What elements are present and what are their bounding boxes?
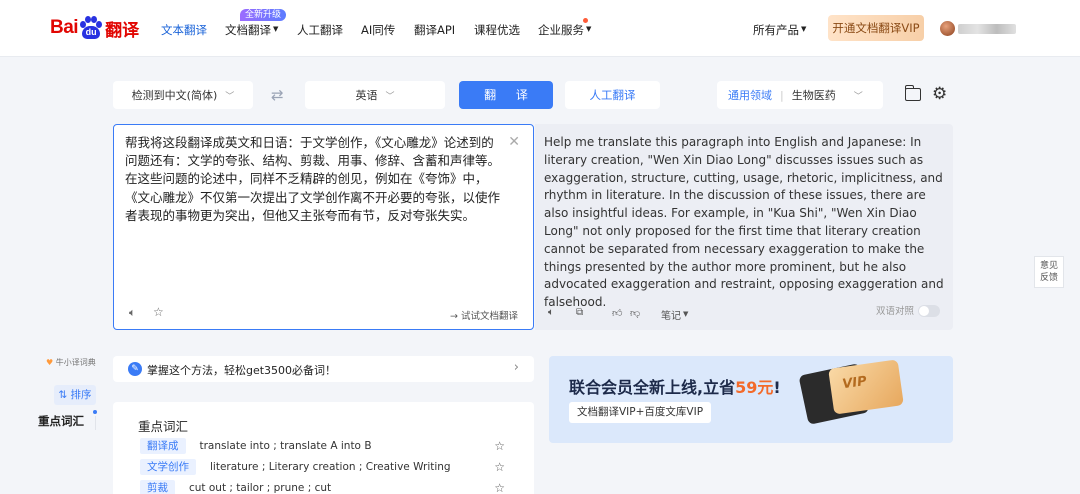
notes-button[interactable]: 笔记 ▼ — [661, 307, 688, 322]
nav-all-products[interactable]: 所有产品 ▼ — [753, 22, 806, 38]
nav-doc-translate[interactable]: 文档翻译 ▼ — [225, 22, 278, 38]
folder-icon[interactable] — [904, 85, 921, 101]
nav-text-translate[interactable]: 文本翻译 — [161, 22, 207, 38]
source-text-panel[interactable]: 帮我将这段翻译成英文和日语：于文学创作，《文心雕龙》论述到的问题还有：文学的夸张… — [113, 124, 534, 330]
vocab-definition: literature ; Literary creation ; Creativ… — [210, 461, 451, 473]
domain-general-label: 通用领域 — [728, 89, 772, 102]
caret-down-icon: ▼ — [801, 25, 807, 33]
lightbulb-icon: ✎ — [128, 362, 142, 376]
caret-down-icon: ▼ — [683, 310, 689, 318]
caret-down-icon: ▼ — [273, 25, 279, 33]
logo-bai: Bai — [50, 17, 79, 38]
chevron-down-icon: ﹀ — [853, 91, 863, 102]
tip-text: 掌握这个方法，轻松get3500必备词！ — [147, 364, 337, 377]
chevron-right-icon[interactable]: › — [514, 360, 519, 375]
target-language-select[interactable]: 英语 ﹀ — [305, 81, 445, 109]
notification-dot — [583, 18, 588, 23]
paw-icon: du — [79, 16, 103, 40]
new-upgrade-badge: 全新升级 — [240, 9, 287, 21]
human-translate-button[interactable]: 人工翻译 — [565, 81, 660, 109]
star-icon[interactable]: ☆ — [494, 460, 505, 474]
star-icon[interactable]: ☆ — [153, 305, 164, 319]
swap-languages-icon[interactable]: ⇄ — [271, 86, 284, 104]
sort-button[interactable]: ⇅ 排序 — [54, 385, 96, 405]
nav-api[interactable]: 翻译API — [414, 22, 455, 38]
vocab-term[interactable]: 翻译成 — [140, 438, 186, 454]
user-avatar[interactable] — [940, 21, 955, 36]
star-icon[interactable]: ☆ — [494, 439, 505, 453]
baidu-translate-logo[interactable]: Bai du 翻译 — [50, 14, 139, 42]
nav-ai-simul[interactable]: AI同传 — [361, 22, 395, 38]
nav-courses[interactable]: 课程优选 — [474, 22, 520, 38]
star-icon[interactable]: ☆ — [494, 481, 505, 494]
logo-fanyi: 翻译 — [105, 20, 140, 41]
nav-human-translate[interactable]: 人工翻译 — [297, 22, 343, 38]
nav-divider — [95, 416, 96, 430]
chevron-down-icon: ﹀ — [385, 91, 395, 102]
heart-icon: ♥ — [46, 358, 54, 367]
vocab-row: 翻译成 translate into ; translate A into B … — [140, 437, 505, 455]
vocab-row: 文学创作 literature ; Literary creation ; Cr… — [140, 458, 505, 476]
feedback-button[interactable]: 意见 反馈 — [1034, 256, 1064, 288]
thumbs-down-icon[interactable]: 👎︎ — [630, 307, 640, 319]
vip-card-image: VIP — [828, 359, 904, 415]
vocabulary-title: 重点词汇 — [138, 419, 189, 434]
nav-enterprise[interactable]: 企业服务 ▼ — [538, 22, 591, 38]
domain-select[interactable]: 通用领域 | 生物医药 ﹀ — [717, 81, 883, 109]
dict-tab[interactable]: ♥ 牛小译词典 — [46, 357, 96, 368]
keyword-nav-item[interactable]: 重点词汇 — [38, 413, 84, 429]
speaker-icon[interactable]: 🔈︎ — [129, 306, 136, 320]
blurred-username[interactable] — [958, 24, 1016, 34]
active-dot — [93, 410, 97, 414]
thumbs-up-icon[interactable]: 👍︎ — [612, 307, 622, 319]
vocab-definition: cut out ; tailor ; prune ; cut — [189, 482, 332, 494]
bilingual-toggle[interactable] — [918, 305, 940, 317]
domain-selected-label: 生物医药 — [791, 89, 836, 102]
vocab-term[interactable]: 文学创作 — [140, 459, 196, 475]
caret-down-icon: ▼ — [586, 25, 592, 33]
gear-icon[interactable]: ⚙ — [932, 84, 947, 104]
vocabulary-card: 重点词汇 翻译成 translate into ; translate A in… — [113, 402, 534, 494]
source-language-select[interactable]: 检测到中文(简体) ﹀ — [113, 81, 253, 109]
chevron-down-icon: ﹀ — [225, 91, 235, 102]
tip-bar[interactable]: ✎ 掌握这个方法，轻松get3500必备词！ › — [113, 356, 534, 382]
membership-banner[interactable]: 联合会员全新上线,立省59元! 文档翻译VIP+百度文库VIP VIP — [549, 356, 953, 443]
try-doc-translate-link[interactable]: → 试试文档翻译 — [450, 308, 518, 322]
speaker-icon[interactable]: 🔈︎ — [548, 307, 554, 318]
copy-icon[interactable]: ⧉ — [576, 307, 583, 318]
vocab-term[interactable]: 剪裁 — [140, 480, 175, 494]
vocab-definition: translate into ; translate A into B — [199, 440, 372, 452]
source-text-input[interactable]: 帮我将这段翻译成英文和日语：于文学创作，《文心雕龙》论述到的问题还有：文学的夸张… — [125, 134, 505, 225]
banner-title: 联合会员全新上线,立省59元! — [569, 378, 781, 397]
top-nav-bar: Bai du 翻译 文本翻译 全新升级 文档翻译 ▼ 人工翻译 AI同传 翻译AP… — [0, 0, 1080, 57]
translate-button[interactable]: 翻 译 — [459, 81, 553, 109]
vip-upgrade-button[interactable]: 开通文档翻译VIP — [828, 15, 924, 41]
vocab-row: 剪裁 cut out ; tailor ; prune ; cut ☆ — [140, 479, 505, 494]
translation-output: Help me translate this paragraph into En… — [544, 135, 944, 310]
close-icon[interactable]: ✕ — [508, 134, 520, 150]
banner-subtitle: 文档翻译VIP+百度文库VIP — [569, 402, 712, 423]
target-text-panel: Help me translate this paragraph into En… — [535, 124, 953, 330]
bilingual-label: 双语对照 — [876, 306, 915, 317]
